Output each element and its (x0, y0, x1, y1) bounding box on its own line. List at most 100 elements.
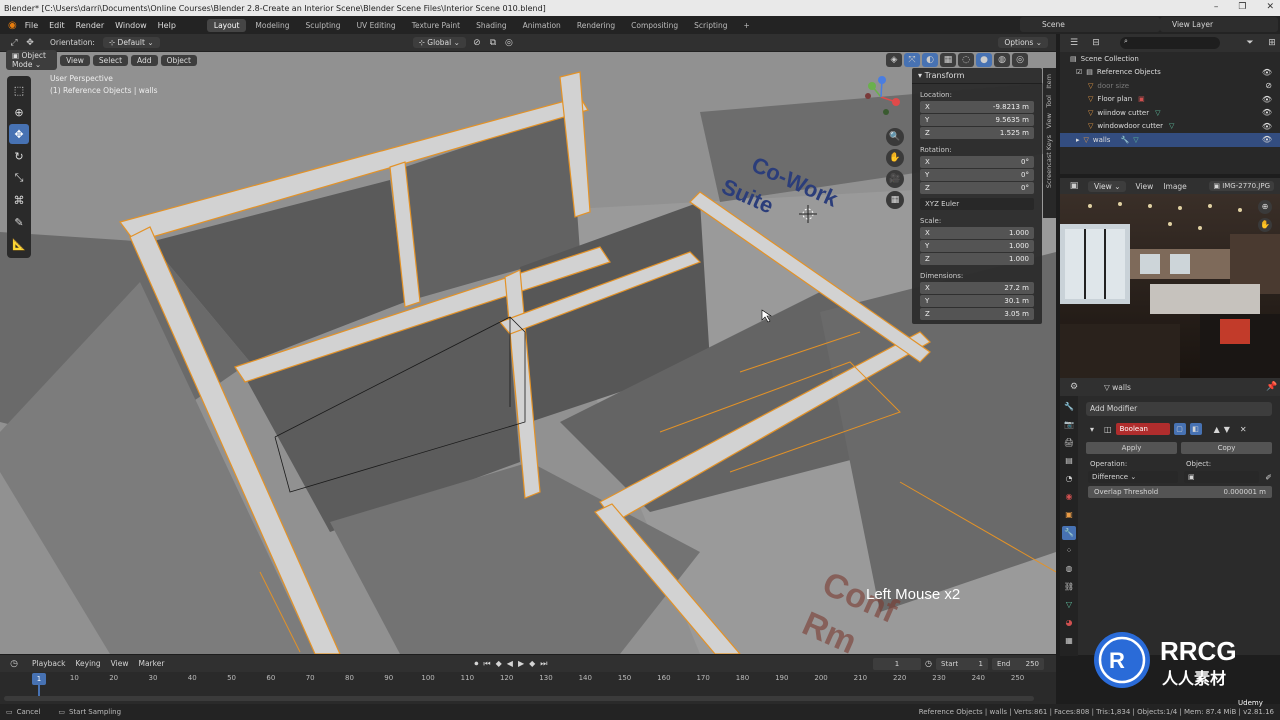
tab-sculpting[interactable]: Sculpting (299, 19, 348, 32)
record-icon[interactable]: ⏺ (474, 659, 478, 669)
tab-animation[interactable]: Animation (516, 19, 568, 32)
transform-pivot-icon[interactable]: ⤢ (6, 36, 22, 50)
snap-icon[interactable]: ⧉ (485, 36, 501, 50)
tool-tab-icon[interactable]: 🔧 (1062, 400, 1076, 414)
maximize-button[interactable]: ❐ (1238, 2, 1246, 12)
image-name-field[interactable]: ▣ IMG-2770.JPG (1209, 181, 1274, 191)
end-frame-field[interactable]: End 250 (992, 657, 1044, 670)
image-zoom-icon[interactable]: ⊕ (1258, 200, 1272, 214)
realtime-toggle-icon[interactable]: ▢ (1173, 423, 1186, 435)
material-tab-icon[interactable]: ◕ (1062, 616, 1076, 630)
collapse-arrow-icon[interactable]: ▾ (1090, 425, 1094, 434)
navigation-gizmo[interactable] (856, 72, 906, 122)
list-item[interactable]: ▽ wiindow cutter ▽ 👁 (1060, 106, 1280, 120)
zoom-icon[interactable]: 🔍 (886, 128, 904, 146)
menu-add[interactable]: Add (131, 54, 158, 66)
select-box-tool-icon[interactable]: ⬚ (9, 80, 29, 100)
cursor-tool-icon[interactable]: ⊕ (9, 102, 29, 122)
expand-arrow-icon[interactable]: ▸ (1076, 136, 1080, 144)
transform-header[interactable]: ▾ Transform (912, 68, 1042, 84)
gizmo-toggle-icon[interactable]: ⤧ (904, 53, 920, 67)
dimensions-z-field[interactable]: Z 3.05 m (920, 308, 1034, 320)
move-up-icon[interactable]: ▲ (1214, 425, 1220, 434)
timeline-ruler[interactable]: 10 20 30 40 50 60 70 80 90 100 110 120 130 140 150 160 1… (0, 672, 1056, 704)
overlap-threshold-field[interactable]: Overlap Threshold 0.000001 m (1088, 486, 1272, 498)
new-collection-icon[interactable]: ⊞ (1264, 36, 1280, 50)
pin-icon[interactable]: 📌 (1264, 380, 1280, 394)
sidebar-tab-item[interactable]: Item (1045, 74, 1053, 89)
sidebar-tab-screencast-keys[interactable]: Screencast Keys (1045, 135, 1053, 188)
scene-collection-row[interactable]: ▤ Scene Collection (1060, 52, 1280, 66)
particles-tab-icon[interactable]: ⁘ (1062, 544, 1076, 558)
render-tab-icon[interactable]: 📷 (1062, 418, 1076, 432)
xray-icon[interactable]: ▦ (940, 53, 956, 67)
tab-scripting[interactable]: Scripting (687, 19, 734, 32)
rotation-x-field[interactable]: X 0° (920, 156, 1034, 168)
operation-dropdown[interactable]: Difference ⌄ (1088, 471, 1178, 483)
apply-button[interactable]: Apply (1086, 442, 1177, 454)
menu-file[interactable]: File (25, 21, 38, 30)
location-z-field[interactable]: Z 1.525 m (920, 127, 1034, 139)
checkbox-icon[interactable]: ☑ (1076, 68, 1082, 76)
menu-help[interactable]: Help (158, 21, 176, 30)
list-item[interactable]: ▽ Floor plan ▣ 👁 (1060, 93, 1280, 107)
ortho-grid-icon[interactable]: ▦ (886, 191, 904, 209)
dimensions-y-field[interactable]: Y 30.1 m (920, 295, 1034, 307)
tab-rendering[interactable]: Rendering (570, 19, 622, 32)
menu-object[interactable]: Object (160, 54, 197, 66)
eye-icon[interactable]: 👁 (1262, 95, 1272, 104)
transform-tool-icon[interactable]: ⌘ (9, 190, 29, 210)
minimize-button[interactable]: – (1214, 2, 1219, 12)
tab-modeling[interactable]: Modeling (248, 19, 296, 32)
render-toggle-icon[interactable]: ◧ (1189, 423, 1202, 435)
scale-x-field[interactable]: X 1.000 (920, 227, 1034, 239)
location-x-field[interactable]: X -9.8213 m (920, 101, 1034, 113)
list-item[interactable]: ▽ door size ⊘ (1060, 79, 1280, 93)
image-editor-type-icon[interactable]: ▣ (1066, 179, 1082, 193)
mode-dropdown[interactable]: ▣ Object Mode ⌄ (6, 50, 58, 70)
scale-tool-icon[interactable]: ⤡ (9, 168, 29, 188)
physics-tab-icon[interactable]: ◍ (1062, 562, 1076, 576)
jump-end-icon[interactable]: ⏭ (540, 659, 547, 669)
blender-logo-icon[interactable]: ◉ (8, 20, 17, 31)
texture-tab-icon[interactable]: ▦ (1062, 634, 1076, 648)
eye-icon[interactable]: 👁 (1262, 108, 1272, 117)
editor-type-icon[interactable]: ☰ (1066, 36, 1082, 50)
world-tab-icon[interactable]: ◉ (1062, 490, 1076, 504)
camera-icon[interactable]: 🎥 (886, 170, 904, 188)
play-icon[interactable]: ▶ (518, 659, 524, 668)
view-layer-selector[interactable]: View Layer (1160, 17, 1278, 32)
filter-icon[interactable]: ⏷ (1242, 36, 1258, 50)
timeline-menu-playback[interactable]: Playback (32, 659, 65, 668)
close-button[interactable]: ✕ (1266, 2, 1274, 12)
tab-compositing[interactable]: Compositing (624, 19, 685, 32)
timeline-editor-type-icon[interactable]: ◷ (6, 657, 22, 671)
add-modifier-dropdown[interactable]: Add Modifier (1086, 402, 1272, 416)
pan-hand-icon[interactable]: ✋ (886, 149, 904, 167)
next-keyframe-icon[interactable]: ◆ (529, 659, 535, 668)
options-dropdown[interactable]: Options ⌄ (998, 37, 1048, 48)
modifier-tab-icon[interactable]: 🔧 (1062, 526, 1076, 540)
move-tool-icon[interactable]: ✥ (9, 124, 29, 144)
scene-selector[interactable]: Scene (1020, 17, 1160, 32)
menu-select[interactable]: Select (92, 54, 129, 66)
visibility-icon[interactable]: ◈ (886, 53, 902, 67)
image-view-dropdown[interactable]: View ⌄ (1088, 180, 1127, 192)
image-menu-image[interactable]: Image (1163, 182, 1187, 191)
current-frame-field[interactable]: 1 (873, 657, 922, 670)
list-item[interactable]: ▸ ▽ walls 🔧 ▽ 👁 (1060, 133, 1280, 147)
tab-layout[interactable]: Layout (206, 18, 247, 32)
annotate-tool-icon[interactable]: ✎ (9, 212, 29, 232)
object-picker-field[interactable]: ▣ (1184, 471, 1260, 483)
dimensions-x-field[interactable]: X 27.2 m (920, 282, 1034, 294)
menu-render[interactable]: Render (76, 21, 104, 30)
scale-y-field[interactable]: Y 1.000 (920, 240, 1034, 252)
menu-view[interactable]: View (60, 54, 90, 66)
rotation-mode-dropdown[interactable]: XYZ Euler (920, 198, 1034, 210)
wireframe-shading-icon[interactable]: ◌ (958, 53, 974, 67)
rotation-z-field[interactable]: Z 0° (920, 182, 1034, 194)
timeline-menu-keying[interactable]: Keying (75, 659, 100, 668)
location-y-field[interactable]: Y 9.5635 m (920, 114, 1034, 126)
start-frame-field[interactable]: Start 1 (936, 657, 988, 670)
orientation-dropdown[interactable]: ⊹ Default ⌄ (102, 37, 160, 48)
